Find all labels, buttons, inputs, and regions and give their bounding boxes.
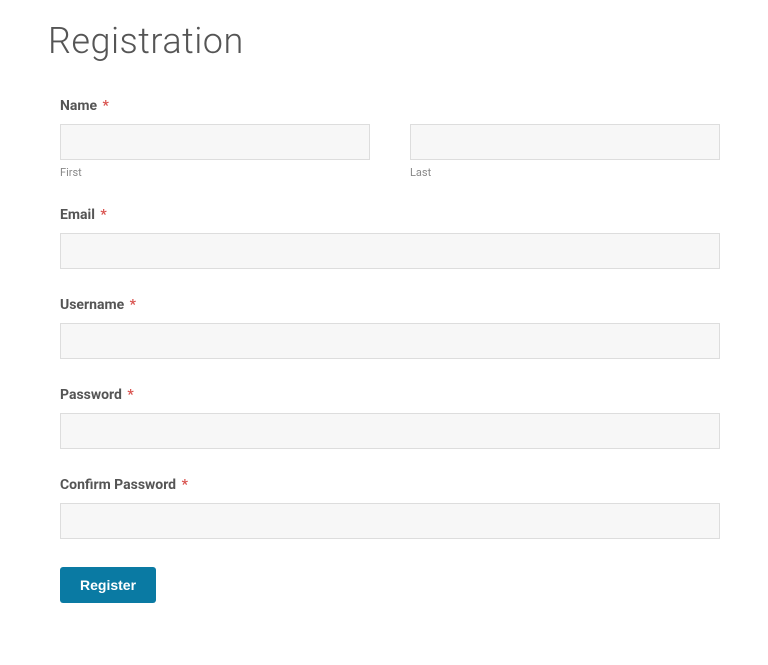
required-marker: * — [103, 98, 109, 114]
required-marker: * — [100, 207, 106, 223]
email-label-text: Email — [60, 207, 95, 223]
registration-form: Name * First Last Email * Username * — [48, 98, 720, 603]
confirm-password-field-group: Confirm Password * — [60, 477, 720, 539]
name-field-group: Name * First Last — [60, 98, 720, 179]
confirm-password-field[interactable] — [60, 503, 720, 539]
name-label: Name * — [60, 98, 720, 114]
password-label: Password * — [60, 387, 720, 403]
password-field-group: Password * — [60, 387, 720, 449]
name-label-text: Name — [60, 98, 97, 114]
email-field-group: Email * — [60, 207, 720, 269]
username-label: Username * — [60, 297, 720, 313]
password-field[interactable] — [60, 413, 720, 449]
email-field[interactable] — [60, 233, 720, 269]
page-title: Registration — [48, 20, 720, 62]
required-marker: * — [127, 387, 133, 403]
username-field[interactable] — [60, 323, 720, 359]
username-field-group: Username * — [60, 297, 720, 359]
last-name-input[interactable] — [410, 124, 720, 160]
first-name-sublabel: First — [60, 166, 370, 179]
email-label: Email * — [60, 207, 720, 223]
confirm-password-label-text: Confirm Password — [60, 477, 176, 493]
confirm-password-label: Confirm Password * — [60, 477, 720, 493]
register-button[interactable]: Register — [60, 567, 156, 603]
password-label-text: Password — [60, 387, 122, 403]
first-name-input[interactable] — [60, 124, 370, 160]
username-label-text: Username — [60, 297, 124, 313]
name-row: First Last — [60, 124, 720, 179]
last-name-col: Last — [410, 124, 720, 179]
last-name-sublabel: Last — [410, 166, 720, 179]
first-name-col: First — [60, 124, 370, 179]
required-marker: * — [130, 297, 136, 313]
required-marker: * — [182, 477, 188, 493]
